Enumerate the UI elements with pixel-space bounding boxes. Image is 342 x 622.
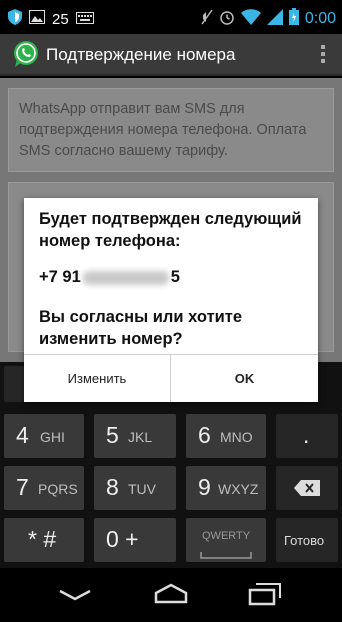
dialog-button-bar: Изменить OK [24, 354, 318, 402]
edit-button[interactable]: Изменить [24, 355, 171, 402]
key-digit: 6 [198, 422, 211, 448]
shield-icon [8, 9, 22, 30]
key-letters: MNO [220, 429, 253, 445]
recents-icon[interactable] [248, 582, 282, 611]
key-letters: JKL [128, 429, 153, 445]
back-icon[interactable] [58, 588, 92, 607]
key-zero-plus[interactable]: 0 + [94, 518, 176, 562]
key-9[interactable]: 9 WXYZ [186, 466, 266, 510]
status-time: 0:00 [304, 10, 336, 27]
phone-suffix: 5 [170, 268, 180, 286]
status-bar: 25 0:00 [0, 0, 342, 34]
navigation-bar [0, 568, 342, 622]
signal-icon [266, 8, 283, 30]
key-6[interactable]: 6 MNO [186, 414, 266, 458]
key-digit: . [303, 422, 310, 448]
key-8[interactable]: 8 TUV [94, 466, 176, 510]
qwerty-key[interactable]: QWERTY [186, 518, 266, 562]
keyboard-icon [75, 11, 94, 29]
key-digit: 0 + [106, 526, 139, 552]
app-bar: Подтверждение номера [0, 34, 342, 76]
whatsapp-logo-icon[interactable] [12, 40, 40, 73]
dialog-phone-number: +7 91 5 [39, 266, 309, 288]
key-period[interactable]: . [276, 414, 338, 458]
done-key[interactable]: Готово [276, 518, 338, 562]
key-letters: GHI [40, 429, 65, 445]
info-card: WhatsApp отправит вам SMS для подтвержде… [8, 88, 334, 172]
battery-icon [288, 8, 299, 30]
page-title: Подтверждение номера [46, 45, 236, 64]
key-digit: 4 [16, 422, 29, 448]
dialog-message: Будет подтвержден следующий номер телефо… [39, 210, 302, 250]
spacebar-icon [200, 546, 252, 564]
key-digit: 7 [16, 474, 29, 500]
confirm-number-dialog: Будет подтвержден следующий номер телефо… [24, 198, 318, 402]
key-7[interactable]: 7 PQRS [4, 466, 84, 510]
alarm-icon [219, 9, 235, 30]
phone-redacted [82, 270, 169, 285]
key-digit: 5 [106, 422, 119, 448]
key-5[interactable]: 5 JKL [94, 414, 176, 458]
ok-button[interactable]: OK [171, 355, 318, 402]
key-digit: * # [28, 526, 57, 552]
phone-prefix: +7 91 [39, 268, 81, 286]
key-digit: 9 [198, 474, 211, 500]
key-star-hash[interactable]: * # [4, 518, 84, 562]
mute-icon [201, 9, 213, 30]
key-digit: 8 [106, 474, 119, 500]
info-text: WhatsApp отправит вам SMS для подтвержде… [19, 101, 307, 159]
dialog-question: Вы согласны или хотите изменить номер? [39, 308, 243, 348]
key-letters: PQRS [38, 481, 78, 497]
wifi-icon [240, 8, 261, 30]
key-4[interactable]: 4 GHI [4, 414, 84, 458]
home-icon[interactable] [152, 582, 190, 609]
overflow-menu-icon[interactable] [320, 44, 326, 69]
done-label: Готово [284, 533, 325, 548]
key-letters: TUV [128, 481, 156, 497]
qwerty-label: QWERTY [202, 530, 251, 542]
image-icon [29, 10, 45, 29]
backspace-key[interactable] [276, 466, 338, 510]
backspace-icon [294, 480, 320, 501]
notification-count: 25 [52, 11, 69, 28]
key-letters: WXYZ [218, 481, 259, 497]
